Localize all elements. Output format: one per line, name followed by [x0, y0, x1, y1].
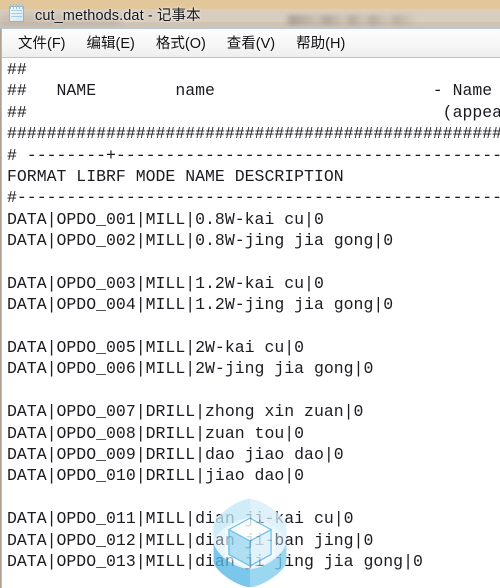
- text-line: DATA|OPDO_006|MILL|2W-jing jia gong|0: [7, 359, 374, 379]
- text-line: DATA|OPDO_003|MILL|1.2W-kai cu|0: [7, 273, 324, 293]
- text-line: DATA|OPDO_008|DRILL|zuan tou|0: [7, 423, 305, 443]
- text-line: ## NAME name - Name of Cutting Method: [7, 81, 493, 101]
- screen: cut_methods.dat - 记事本 文件(F) 编辑(E) 格式(O) …: [0, 0, 500, 588]
- text-line: # --------+-----------------------------…: [7, 145, 500, 165]
- text-line: #---------------------------------------…: [7, 188, 500, 208]
- menu-bar: 文件(F) 编辑(E) 格式(O) 查看(V) 帮助(H): [0, 28, 500, 57]
- text-line: ########################################…: [7, 124, 500, 144]
- window-title: cut_methods.dat - 记事本: [35, 7, 201, 24]
- text-line: DATA|OPDO_010|DRILL|jiao dao|0: [7, 466, 305, 486]
- notepad-icon: [8, 4, 26, 23]
- text-line: DATA|OPDO_012|MILL|dian ji-ban jing|0: [7, 530, 374, 550]
- window-left-edge: [0, 29, 2, 588]
- text-line: [7, 252, 500, 273]
- text-line: DATA|OPDO_013|MILL|dian ji jing jia gong…: [7, 551, 423, 571]
- menu-item-edit[interactable]: 编辑(E): [79, 30, 143, 56]
- notepad-window: cut_methods.dat - 记事本 文件(F) 编辑(E) 格式(O) …: [0, 0, 500, 588]
- menu-item-view[interactable]: 查看(V): [219, 30, 283, 56]
- text-line: DATA|OPDO_009|DRILL|dao jiao dao|0: [7, 445, 344, 465]
- text-line: ## - LATHE: [7, 60, 27, 79]
- text-line: DATA|OPDO_007|DRILL|zhong xin zuan|0: [7, 402, 364, 422]
- text-line: [7, 380, 500, 401]
- text-line: DATA|OPDO_001|MILL|0.8W-kai cu|0: [7, 209, 324, 229]
- text-line: ## (appears on the label): [7, 102, 500, 122]
- text-line: DATA|OPDO_005|MILL|2W-kai cu|0: [7, 338, 305, 358]
- text-editor[interactable]: ## - LATHE ## NAME name - Name of Cutting…: [0, 57, 500, 588]
- menu-item-format[interactable]: 格式(O): [148, 30, 214, 56]
- text-line: DATA|OPDO_004|MILL|1.2W-jing jia gong|0: [7, 295, 394, 315]
- title-bar[interactable]: cut_methods.dat - 记事本: [0, 0, 500, 28]
- text-line: DATA|OPDO_002|MILL|0.8W-jing jia gong|0: [7, 231, 394, 251]
- text-line: DATA|OPDO_011|MILL|dian ji-kai cu|0: [7, 509, 354, 529]
- menu-item-help[interactable]: 帮助(H): [288, 30, 353, 56]
- menu-item-file[interactable]: 文件(F): [10, 30, 74, 56]
- text-line: FORMAT LIBRF MODE NAME DESCRIPTION: [7, 166, 344, 186]
- text-line: [7, 487, 500, 508]
- text-content[interactable]: ## - LATHE ## NAME name - Name of Cutting…: [7, 59, 500, 588]
- text-line: [7, 316, 500, 337]
